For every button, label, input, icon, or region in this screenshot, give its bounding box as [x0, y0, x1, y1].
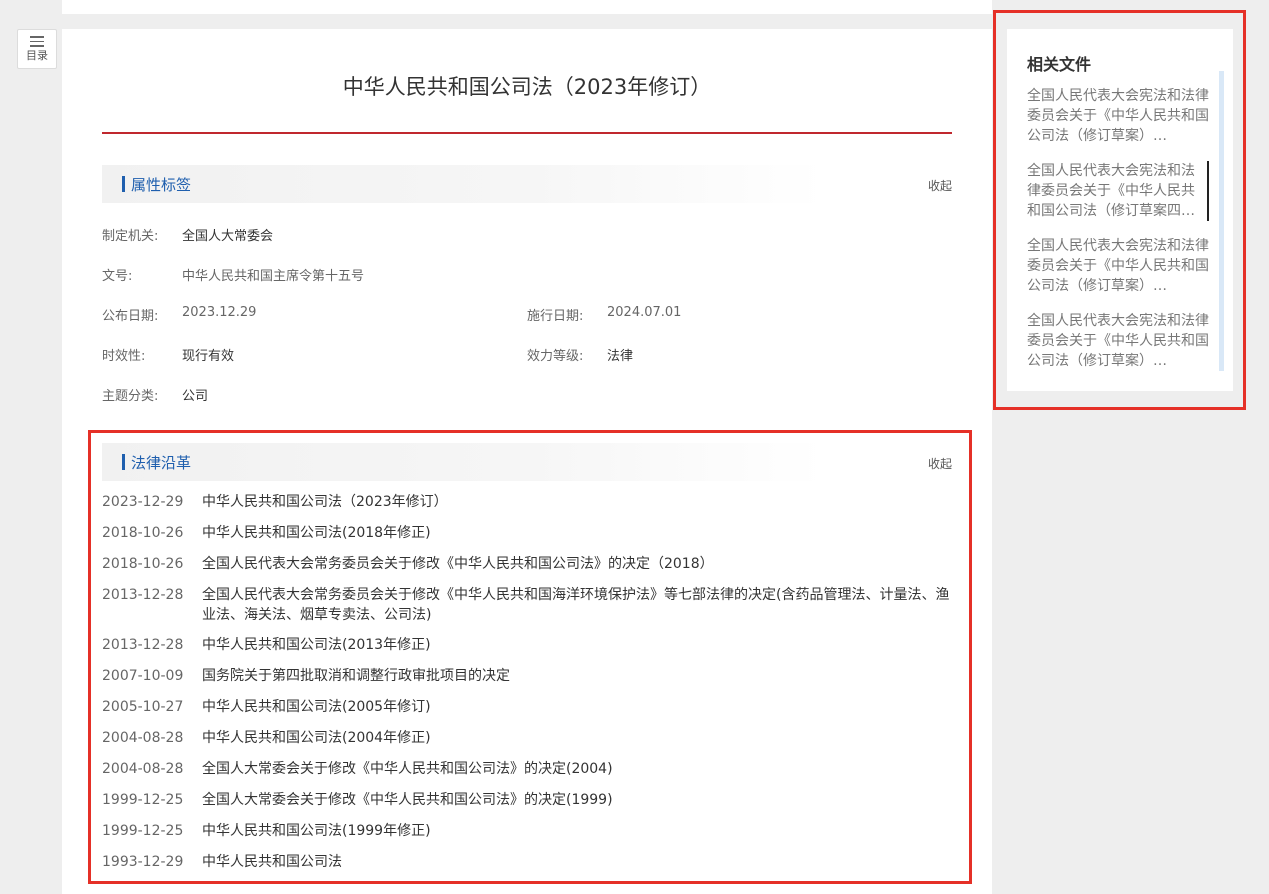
history-date: 2013-12-28 — [102, 637, 184, 653]
history-link[interactable]: 全国人大常委会关于修改《中华人民共和国公司法》的决定(1999) — [202, 790, 952, 810]
history-date: 2023-12-29 — [102, 494, 184, 510]
attr-key: 文号: — [102, 269, 133, 284]
attr-value: 法律 — [607, 349, 634, 364]
history-link[interactable]: 全国人大常委会关于修改《中华人民共和国公司法》的决定(2004) — [202, 759, 952, 779]
attr-key: 制定机关: — [102, 229, 159, 244]
history-date: 2018-10-26 — [102, 525, 184, 541]
toc-button[interactable]: 目录 — [17, 29, 57, 69]
attr-effective-date: 施行日期: 2024.07.01 — [527, 305, 681, 324]
history-date: 1999-12-25 — [102, 792, 184, 808]
history-date: 2004-08-28 — [102, 730, 184, 746]
attr-value: 现行有效 — [182, 349, 235, 364]
history-date: 1999-12-25 — [102, 823, 184, 839]
history-link[interactable]: 中华人民共和国公司法(2005年修订) — [202, 697, 952, 717]
attributes-heading: 属性标签 — [131, 176, 192, 194]
attr-value: 2024.07.01 — [607, 305, 682, 320]
attributes-collapse-button[interactable]: 收起 — [928, 177, 952, 194]
attr-key: 时效性: — [102, 349, 146, 364]
title-divider — [102, 132, 952, 134]
history-date: 2013-12-28 — [102, 587, 184, 603]
history-link[interactable]: 中华人民共和国公司法(2013年修正) — [202, 635, 952, 655]
document-panel: 中华人民共和国公司法（2023年修订） 属性标签 收起 制定机关: 全国人大常委… — [62, 29, 992, 894]
page-title: 中华人民共和国公司法（2023年修订） — [342, 75, 712, 99]
history-date: 2018-10-26 — [102, 556, 184, 572]
attributes-section-header: 属性标签 收起 — [102, 165, 952, 203]
related-files-highlight-frame — [993, 10, 1246, 410]
attr-key: 公布日期: — [102, 309, 159, 324]
history-heading: 法律沿革 — [131, 454, 192, 472]
history-link[interactable]: 全国人民代表大会常务委员会关于修改《中华人民共和国海洋环境保护法》等七部法律的决… — [202, 585, 952, 625]
attr-topic: 主题分类: 公司 — [102, 385, 208, 404]
top-content-strip — [62, 0, 992, 14]
attr-value: 全国人大常委会 — [182, 229, 274, 244]
history-link[interactable]: 全国人民代表大会常务委员会关于修改《中华人民共和国公司法》的决定（2018） — [202, 554, 952, 574]
attr-value: 公司 — [182, 389, 209, 404]
toc-label: 目录 — [26, 48, 48, 62]
attr-key: 施行日期: — [527, 309, 584, 324]
history-date: 2004-08-28 — [102, 761, 184, 777]
attr-doc-number: 文号: 中华人民共和国主席令第十五号 — [102, 265, 364, 284]
attr-validity: 时效性: 现行有效 — [102, 345, 234, 364]
attr-value: 中华人民共和国主席令第十五号 — [182, 269, 365, 284]
section-marker — [122, 454, 125, 470]
history-date: 2007-10-09 — [102, 668, 184, 684]
attr-value: 2023.12.29 — [182, 305, 257, 320]
history-date: 1993-12-29 — [102, 854, 184, 870]
history-section-header: 法律沿革 收起 — [102, 443, 952, 481]
history-link[interactable]: 中华人民共和国公司法（2023年修订） — [202, 492, 952, 512]
history-date: 2005-10-27 — [102, 699, 184, 715]
history-collapse-button[interactable]: 收起 — [928, 455, 952, 472]
history-link[interactable]: 中华人民共和国公司法(1999年修正) — [202, 821, 952, 841]
history-link[interactable]: 中华人民共和国公司法 — [202, 852, 952, 872]
attr-key: 效力等级: — [527, 349, 584, 364]
menu-icon — [30, 36, 44, 47]
history-link[interactable]: 国务院关于第四批取消和调整行政审批项目的决定 — [202, 666, 952, 686]
history-link[interactable]: 中华人民共和国公司法(2004年修正) — [202, 728, 952, 748]
attr-key: 主题分类: — [102, 389, 159, 404]
attr-publish-date: 公布日期: 2023.12.29 — [102, 305, 256, 324]
history-link[interactable]: 中华人民共和国公司法(2018年修正) — [202, 523, 952, 543]
section-marker — [122, 176, 125, 192]
attr-issuer: 制定机关: 全国人大常委会 — [102, 225, 273, 244]
attr-level: 效力等级: 法律 — [527, 345, 633, 364]
